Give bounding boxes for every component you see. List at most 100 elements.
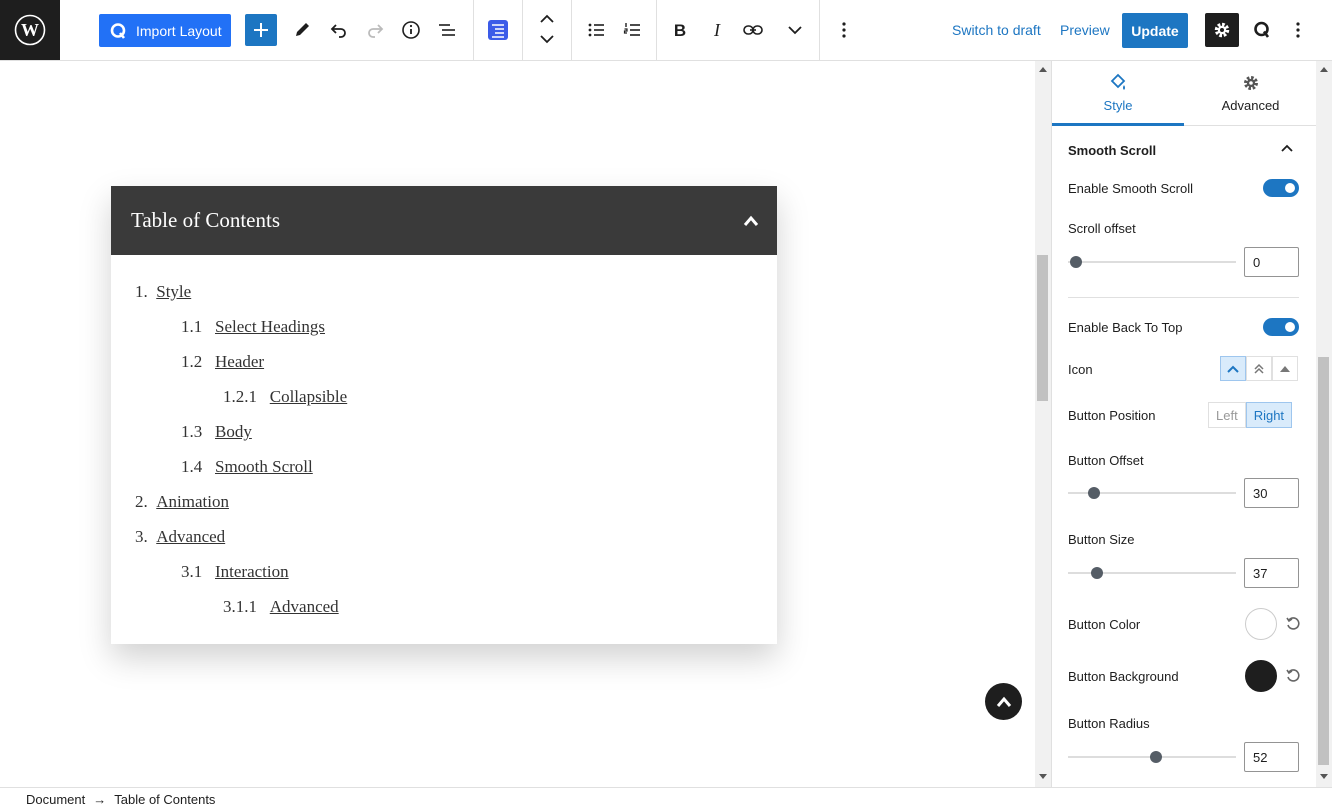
toc-item-link[interactable]: Animation xyxy=(156,492,229,511)
button-background-label: Button Background xyxy=(1068,669,1179,684)
toc-list-item[interactable]: 1.4 Smooth Scroll xyxy=(181,457,313,477)
qubely-panel-button[interactable] xyxy=(1247,15,1277,45)
details-button[interactable] xyxy=(396,15,426,45)
scroll-up-arrow[interactable] xyxy=(1039,67,1047,72)
enable-smooth-scroll-toggle[interactable] xyxy=(1263,179,1299,197)
undo-button[interactable] xyxy=(324,15,354,45)
enable-smooth-scroll-label: Enable Smooth Scroll xyxy=(1068,181,1194,196)
breadcrumb-current[interactable]: Table of Contents xyxy=(114,792,215,807)
gear-icon xyxy=(1214,22,1230,38)
button-radius-slider-thumb[interactable] xyxy=(1150,751,1162,763)
numbered-list-button[interactable] xyxy=(617,15,647,45)
scroll-offset-input[interactable]: 0 xyxy=(1244,247,1299,277)
move-down-button[interactable] xyxy=(532,29,562,49)
toc-item-link[interactable]: Header xyxy=(215,352,264,371)
chevron-up-icon[interactable] xyxy=(743,215,759,227)
italic-icon: I xyxy=(713,20,721,40)
bold-button[interactable]: B xyxy=(665,15,695,45)
back-to-top-button[interactable] xyxy=(985,683,1022,720)
scrollbar-thumb[interactable] xyxy=(1318,357,1329,765)
toc-list-item[interactable]: 1.1 Select Headings xyxy=(181,317,325,337)
qubely-icon xyxy=(110,22,126,39)
position-right-option[interactable]: Right xyxy=(1245,402,1293,428)
toc-item-link[interactable]: Select Headings xyxy=(215,317,325,336)
toc-list-item[interactable]: 1. Style xyxy=(135,282,191,302)
scrollbar-thumb[interactable] xyxy=(1037,255,1048,401)
sidebar-scrollbar[interactable] xyxy=(1316,61,1332,787)
button-radius-input[interactable]: 52 xyxy=(1244,742,1299,772)
button-offset-input[interactable]: 30 xyxy=(1244,478,1299,508)
toc-item-link[interactable]: Collapsible xyxy=(270,387,347,406)
toc-item-link[interactable]: Style xyxy=(156,282,191,301)
panel-title[interactable]: Smooth Scroll xyxy=(1068,143,1156,158)
toc-list-item[interactable]: 1.2 Header xyxy=(181,352,264,372)
list-view-icon xyxy=(439,24,455,36)
toc-item-link[interactable]: Advanced xyxy=(270,597,339,616)
chevron-up-icon[interactable] xyxy=(1280,143,1294,153)
icon-option-double-chevron[interactable] xyxy=(1246,356,1272,381)
toc-list-item[interactable]: 3.1.1 Advanced xyxy=(223,597,339,617)
icon-selector xyxy=(1220,356,1298,381)
button-size-input[interactable]: 37 xyxy=(1244,558,1299,588)
toc-title: Table of Contents xyxy=(131,208,280,232)
italic-button[interactable]: I xyxy=(702,15,732,45)
preview-button[interactable]: Preview xyxy=(1060,22,1110,38)
toc-item-link[interactable]: Body xyxy=(215,422,252,441)
chevron-up-icon xyxy=(996,696,1011,707)
toc-header[interactable]: Table of Contents xyxy=(111,186,777,255)
button-size-label: Button Size xyxy=(1068,532,1135,547)
button-color-label: Button Color xyxy=(1068,617,1141,632)
link-button[interactable] xyxy=(738,15,768,45)
tab-style[interactable]: Style xyxy=(1052,61,1184,126)
edit-tool-button[interactable] xyxy=(287,15,317,45)
switch-to-draft-button[interactable]: Switch to draft xyxy=(952,22,1041,38)
move-up-button[interactable] xyxy=(532,9,562,29)
toc-list-item[interactable]: 2. Animation xyxy=(135,492,229,512)
toc-item-link[interactable]: Interaction xyxy=(215,562,289,581)
update-button[interactable]: Update xyxy=(1122,13,1188,48)
scroll-offset-slider-thumb[interactable] xyxy=(1070,256,1082,268)
pencil-icon xyxy=(296,23,309,36)
toc-list-item[interactable]: 1.3 Body xyxy=(181,422,252,442)
more-rich-text-button[interactable] xyxy=(780,15,810,45)
button-offset-slider-thumb[interactable] xyxy=(1088,487,1100,499)
numbered-list-icon xyxy=(623,23,640,36)
tab-advanced[interactable]: Advanced xyxy=(1184,61,1316,126)
bulleted-list-button[interactable] xyxy=(581,15,611,45)
toc-list-item[interactable]: 3. Advanced xyxy=(135,527,225,547)
add-block-button[interactable] xyxy=(245,14,277,46)
breadcrumb-document[interactable]: Document xyxy=(26,792,85,807)
scroll-up-arrow[interactable] xyxy=(1320,67,1328,72)
table-of-contents-block[interactable]: Table of Contents 1. Style 1.1 Select He… xyxy=(111,186,777,644)
toc-item-link[interactable]: Advanced xyxy=(156,527,225,546)
block-options-button[interactable] xyxy=(829,15,859,45)
position-left-option[interactable]: Left xyxy=(1208,402,1246,428)
button-size-slider-thumb[interactable] xyxy=(1091,567,1103,579)
toc-item-number: 1.2.1 xyxy=(223,387,257,406)
scroll-down-arrow[interactable] xyxy=(1039,774,1047,779)
block-type-button[interactable] xyxy=(483,15,513,45)
scroll-offset-slider[interactable] xyxy=(1068,261,1236,263)
settings-button[interactable] xyxy=(1205,13,1239,47)
icon-option-caret[interactable] xyxy=(1272,356,1298,381)
enable-back-to-top-toggle[interactable] xyxy=(1263,318,1299,336)
toc-list-item[interactable]: 3.1 Interaction xyxy=(181,562,289,582)
options-button[interactable] xyxy=(1283,15,1313,45)
scroll-down-arrow[interactable] xyxy=(1320,774,1328,779)
toolbar-divider xyxy=(819,0,820,60)
button-color-swatch[interactable] xyxy=(1245,608,1277,640)
wordpress-logo-button[interactable]: W xyxy=(0,0,60,60)
reset-icon[interactable] xyxy=(1285,668,1301,684)
list-view-button[interactable] xyxy=(432,15,462,45)
toc-item-number: 3.1 xyxy=(181,562,203,581)
import-layout-button[interactable]: Import Layout xyxy=(99,14,231,47)
toc-item-link[interactable]: Smooth Scroll xyxy=(215,457,313,476)
chevron-up-icon xyxy=(540,14,554,23)
reset-icon[interactable] xyxy=(1285,616,1301,632)
button-background-swatch[interactable] xyxy=(1245,660,1277,692)
toc-list-item[interactable]: 1.2.1 Collapsible xyxy=(223,387,347,407)
section-divider xyxy=(1068,297,1299,298)
canvas-scrollbar[interactable] xyxy=(1035,61,1051,787)
redo-button[interactable] xyxy=(360,15,390,45)
icon-option-chevron[interactable] xyxy=(1220,356,1246,381)
